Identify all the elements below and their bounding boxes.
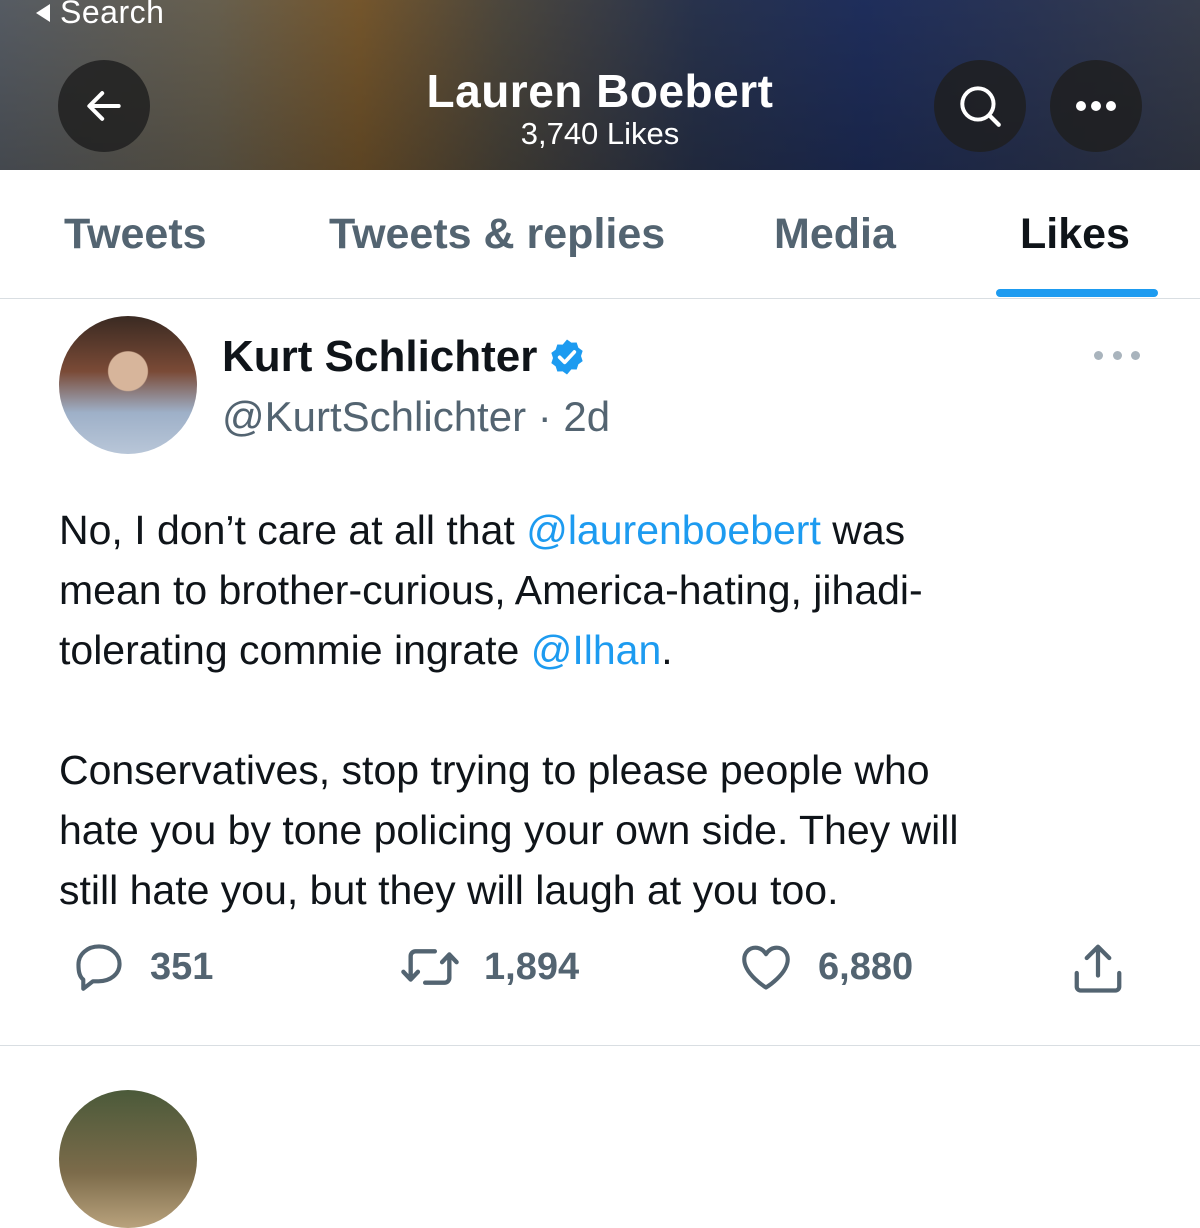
tweet-author[interactable]: Kurt Schlichter (222, 332, 587, 382)
more-options-button[interactable] (1050, 60, 1142, 152)
verified-badge-icon (551, 339, 584, 375)
tweet-body: No, I don’t care at all that @laurenboeb… (59, 500, 1169, 920)
retweet-count: 1,894 (484, 945, 580, 988)
tweet-text-segment: tolerating commie ingrate (59, 627, 531, 673)
dot-icon (1112, 350, 1122, 360)
share-button[interactable] (1068, 938, 1128, 998)
dot-icon (1094, 350, 1103, 360)
author-handle-line: @KurtSchlichter · 2d (222, 393, 610, 441)
tab-media[interactable]: Media (774, 210, 896, 259)
share-icon (1074, 944, 1122, 993)
author-name: Kurt Schlichter (222, 332, 538, 381)
tweet-time[interactable]: 2d (563, 393, 610, 440)
profile-tabs: Tweets Tweets & replies Media Likes (0, 170, 1200, 299)
like-button[interactable]: 6,880 (736, 938, 913, 996)
status-bar-back-link[interactable]: Search (36, 0, 164, 31)
tweet-line: mean to brother-curious, America-hating,… (59, 567, 923, 613)
tweet-line: still hate you, but they will laugh at y… (59, 867, 839, 913)
dot-icon (1131, 350, 1140, 360)
tweet-text-segment: No, I don’t care at all that (59, 507, 527, 553)
avatar[interactable] (59, 316, 197, 454)
avatar[interactable] (59, 1090, 197, 1228)
tweet-text-segment: . (661, 627, 673, 673)
tab-likes[interactable]: Likes (1020, 210, 1130, 259)
active-tab-indicator (996, 289, 1158, 297)
mention-link[interactable]: @laurenboebert (526, 507, 821, 553)
tweet-line: Conservatives, stop trying to please peo… (59, 747, 930, 793)
retweet-icon (401, 949, 459, 985)
handle-separator: · (526, 393, 564, 440)
search-button[interactable] (934, 60, 1026, 152)
like-count: 6,880 (818, 945, 914, 988)
search-icon (960, 86, 1001, 127)
mention-link[interactable]: @Ilhan (531, 627, 662, 673)
heart-icon (742, 945, 790, 990)
retweet-button[interactable]: 1,894 (398, 938, 579, 996)
tweet-line: No, I don’t care at all that @laurenboeb… (59, 500, 1169, 560)
reply-count: 351 (150, 945, 214, 988)
status-bar-back-label: Search (60, 0, 165, 30)
back-triangle-icon (36, 3, 50, 22)
tweet-more-button[interactable] (1094, 340, 1140, 370)
tab-tweets-and-replies[interactable]: Tweets & replies (329, 210, 665, 259)
reply-button[interactable]: 351 (70, 938, 213, 996)
tweet-line: tolerating commie ingrate @Ilhan. (59, 620, 1169, 680)
profile-header: Search Lauren Boebert 3,740 Likes (0, 0, 1200, 170)
tweet-text-segment: was (820, 507, 906, 553)
tab-tweets[interactable]: Tweets (64, 210, 207, 259)
tweet-line: hate you by tone policing your own side.… (59, 807, 959, 853)
reply-icon (76, 944, 122, 991)
tweet-divider (0, 1045, 1200, 1046)
author-handle[interactable]: @KurtSchlichter (222, 393, 526, 440)
more-horizontal-icon (1076, 101, 1116, 111)
